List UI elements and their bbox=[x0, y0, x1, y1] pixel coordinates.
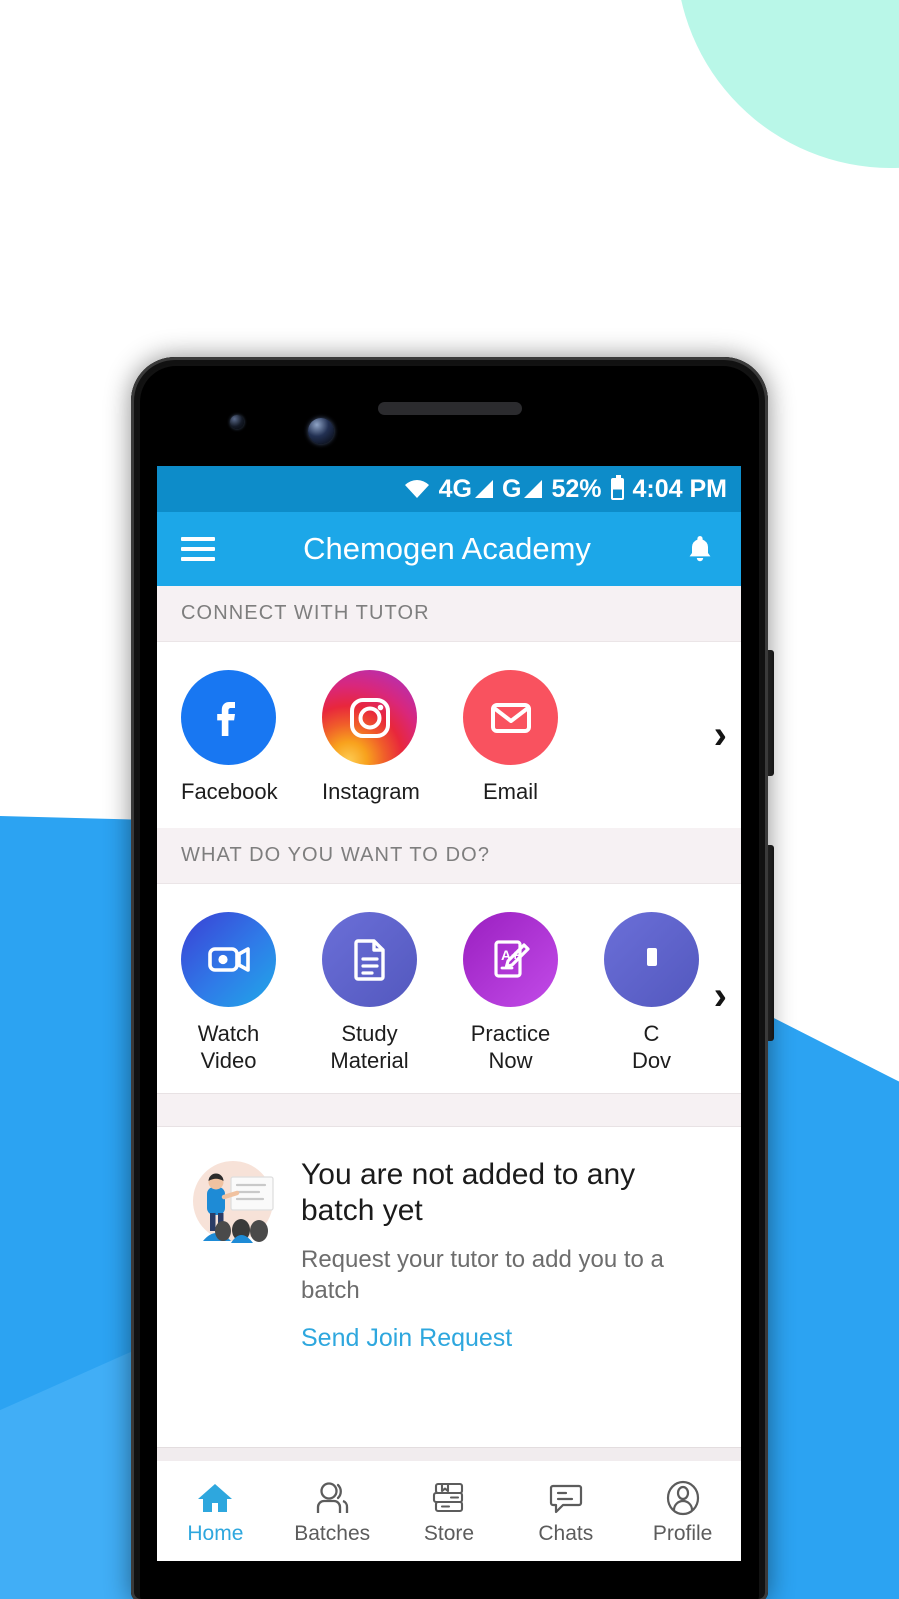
video-camera-icon bbox=[181, 911, 276, 1007]
actions-next-chevron-right-icon[interactable]: › bbox=[714, 976, 727, 1016]
action-item-study-material[interactable]: Study Material bbox=[322, 911, 417, 1075]
phone-screen: 4G G 52% 4:04 PM Chemogen Academy CONNEC… bbox=[157, 466, 741, 1561]
a-plus-pencil-icon: A+ bbox=[463, 911, 558, 1007]
home-icon bbox=[157, 1477, 274, 1519]
battery-percent-label: 52% bbox=[551, 474, 602, 503]
bell-icon[interactable] bbox=[683, 533, 717, 565]
nav-item-label: Profile bbox=[652, 1521, 713, 1545]
nav-item-home[interactable]: Home bbox=[157, 1477, 274, 1546]
document-icon bbox=[322, 911, 417, 1007]
bottom-nav-divider bbox=[157, 1447, 741, 1461]
chat-icon bbox=[507, 1477, 624, 1519]
envelope-icon bbox=[463, 670, 558, 765]
facebook-icon bbox=[181, 670, 276, 765]
nav-item-label: Chats bbox=[538, 1521, 594, 1545]
nav-item-batches[interactable]: Batches bbox=[274, 1477, 391, 1546]
actions-section-header: WHAT DO YOU WANT TO DO? bbox=[157, 827, 741, 884]
action-item-label-line2: Dov bbox=[631, 1048, 672, 1073]
action-item-watch-video[interactable]: Watch Video bbox=[181, 911, 276, 1075]
action-item-label-line2: Video bbox=[200, 1048, 257, 1073]
bottom-navigation: Home Batches Store Chats Profile bbox=[157, 1461, 741, 1561]
battery-icon bbox=[610, 475, 624, 500]
background-mint-circle bbox=[676, 0, 899, 168]
section-gap-divider bbox=[157, 1092, 741, 1127]
download-icon bbox=[604, 911, 699, 1007]
network-secondary: G bbox=[502, 474, 543, 504]
hamburger-menu-icon[interactable] bbox=[181, 531, 215, 567]
action-item-label-line1: Watch bbox=[197, 1020, 260, 1046]
nav-item-store[interactable]: Store bbox=[391, 1477, 508, 1546]
connect-item-label: Instagram bbox=[322, 779, 420, 804]
actions-items-row[interactable]: Watch Video Study Material A+ Practice N… bbox=[157, 911, 741, 1075]
people-icon bbox=[274, 1477, 391, 1519]
content-spacer bbox=[157, 1379, 741, 1447]
network-primary: 4G bbox=[438, 474, 494, 504]
books-icon bbox=[391, 1477, 508, 1519]
actions-section-body: Watch Video Study Material A+ Practice N… bbox=[157, 883, 741, 1093]
action-item-practice-now[interactable]: A+ Practice Now bbox=[463, 911, 558, 1075]
front-camera-icon bbox=[230, 415, 244, 429]
connect-item-instagram[interactable]: Instagram bbox=[322, 670, 420, 806]
nav-item-profile[interactable]: Profile bbox=[624, 1477, 741, 1546]
action-item-downloads-partial[interactable]: C Dov bbox=[604, 911, 699, 1075]
nav-item-label: Home bbox=[187, 1521, 244, 1545]
connect-item-email[interactable]: Email bbox=[463, 670, 558, 806]
app-bar: Chemogen Academy bbox=[157, 512, 741, 586]
batch-card-subtitle: Request your tutor to add you to a batch bbox=[301, 1245, 664, 1304]
action-item-label-line1: C bbox=[643, 1020, 660, 1046]
connect-next-chevron-right-icon[interactable]: › bbox=[714, 715, 727, 755]
action-item-label-line2: Now bbox=[488, 1048, 533, 1073]
page-title: Chemogen Academy bbox=[303, 531, 591, 566]
clock-label: 4:04 PM bbox=[632, 474, 727, 503]
front-camera-main-icon bbox=[308, 418, 334, 444]
background-blue-right bbox=[762, 1012, 899, 1599]
connect-item-facebook[interactable]: Facebook bbox=[181, 670, 278, 806]
instagram-icon bbox=[322, 670, 417, 765]
batch-card-text: You are not added to any batch yet Reque… bbox=[301, 1157, 715, 1354]
connect-item-label: Email bbox=[482, 779, 538, 804]
batch-card: You are not added to any batch yet Reque… bbox=[157, 1126, 741, 1380]
action-item-label-line2: Material bbox=[330, 1048, 409, 1073]
connect-items-row[interactable]: Facebook Instagram Email bbox=[157, 670, 741, 806]
wifi-icon bbox=[404, 479, 430, 499]
action-item-label-line1: Study bbox=[341, 1020, 398, 1046]
person-icon bbox=[624, 1477, 741, 1519]
connect-item-label: Facebook bbox=[181, 779, 278, 804]
signal-bars-secondary-icon bbox=[524, 480, 543, 498]
connect-section-header: CONNECT WITH TUTOR bbox=[157, 586, 741, 642]
action-item-label-line1: Practice bbox=[470, 1020, 551, 1046]
nav-item-chats[interactable]: Chats bbox=[507, 1477, 624, 1546]
status-bar: 4G G 52% 4:04 PM bbox=[157, 466, 741, 512]
signal-bars-icon bbox=[475, 480, 494, 498]
network-secondary-label: G bbox=[502, 474, 522, 503]
send-join-request-link[interactable]: Send Join Request bbox=[301, 1324, 715, 1353]
nav-item-label: Batches bbox=[294, 1521, 371, 1545]
network-primary-label: 4G bbox=[438, 474, 473, 503]
nav-item-label: Store bbox=[423, 1521, 475, 1545]
batch-card-title: You are not added to any batch yet bbox=[301, 1157, 636, 1228]
teacher-classroom-illustration bbox=[183, 1157, 279, 1354]
connect-section-body: Facebook Instagram Email › bbox=[157, 642, 741, 828]
earpiece-speaker bbox=[378, 402, 522, 415]
